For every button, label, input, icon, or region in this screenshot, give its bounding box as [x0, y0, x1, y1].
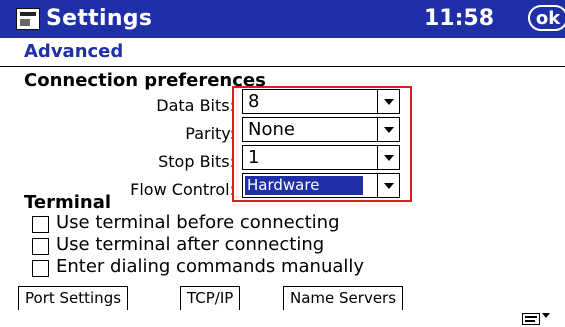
parity-dropdown[interactable]: None	[242, 117, 400, 142]
dropdown-arrow-icon[interactable]	[377, 118, 399, 141]
use-terminal-before-checkbox[interactable]	[32, 216, 49, 233]
dropdown-arrow-icon[interactable]	[377, 174, 399, 197]
data-bits-label: Data Bits:	[156, 96, 235, 115]
use-terminal-after-checkbox[interactable]	[32, 238, 49, 255]
tab-port-settings[interactable]: Port Settings	[18, 286, 129, 310]
parity-label: Parity:	[185, 124, 235, 143]
stop-bits-dropdown[interactable]: 1	[242, 145, 400, 170]
manual-dialing-checkbox[interactable]	[32, 260, 49, 277]
app-icon[interactable]	[16, 8, 40, 30]
parity-value: None	[248, 119, 295, 140]
clock[interactable]: 11:58	[424, 6, 494, 31]
flow-control-value: Hardware	[245, 176, 363, 195]
stop-bits-label: Stop Bits:	[158, 152, 235, 171]
connection-preferences-title: Connection preferences	[24, 70, 266, 91]
data-bits-dropdown[interactable]: 8	[242, 89, 400, 114]
use-terminal-after-label[interactable]: Use terminal after connecting	[56, 234, 324, 255]
dropdown-arrow-icon[interactable]	[377, 90, 399, 113]
sip-arrow-icon[interactable]	[542, 313, 550, 318]
manual-dialing-label[interactable]: Enter dialing commands manually	[56, 256, 364, 277]
terminal-title: Terminal	[24, 192, 112, 213]
tab-name-servers[interactable]: Name Servers	[283, 286, 404, 310]
keyboard-icon[interactable]	[522, 313, 540, 325]
flow-control-dropdown[interactable]: Hardware	[242, 173, 400, 198]
app-title: Settings	[46, 6, 153, 31]
ok-button[interactable]: ok	[528, 5, 565, 31]
dropdown-arrow-icon[interactable]	[377, 146, 399, 169]
titlebar: Settings 11:58 ok	[0, 0, 565, 38]
data-bits-value: 8	[248, 91, 260, 112]
command-bar	[0, 312, 565, 327]
tab-tcpip[interactable]: TCP/IP	[180, 286, 241, 310]
stop-bits-value: 1	[248, 147, 260, 168]
flow-control-label: Flow Control:	[130, 180, 235, 199]
page-title: Advanced	[24, 41, 124, 62]
tab-bar: Port Settings TCP/IP Name Servers	[0, 286, 565, 313]
use-terminal-before-label[interactable]: Use terminal before connecting	[56, 212, 340, 233]
page-subheader: Advanced	[0, 38, 565, 67]
